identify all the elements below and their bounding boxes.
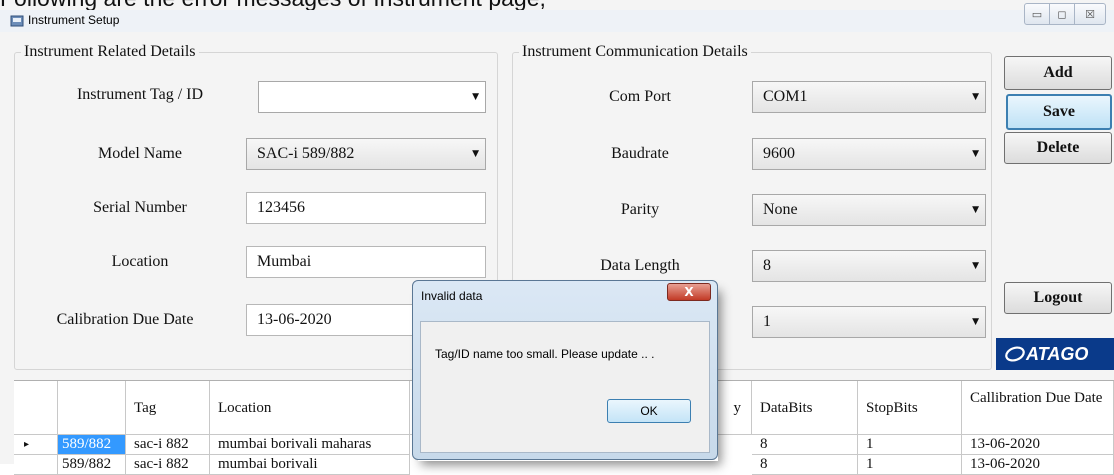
parity-combobox[interactable]: None ▼ <box>752 194 986 226</box>
baudrate-label: Baudrate <box>611 145 669 162</box>
atago-logo-mark-icon <box>1005 346 1025 362</box>
grid-header-due-date[interactable]: Callibration Due Date <box>962 381 1114 435</box>
table-cell-model[interactable]: 589/882 <box>58 435 126 455</box>
chevron-down-icon: ▼ <box>972 317 979 327</box>
chevron-down-icon: ▼ <box>972 205 979 215</box>
window-controls: ▭ ◻ ☒ <box>1024 3 1106 25</box>
location-label: Location <box>111 253 169 270</box>
minimize-icon[interactable]: ▭ <box>1024 3 1050 25</box>
tag-combobox[interactable]: ▼ <box>258 81 486 113</box>
comport-value: COM1 <box>763 88 808 105</box>
baudrate-combobox[interactable]: 9600 ▼ <box>752 138 986 170</box>
model-combobox[interactable]: SAC-i 589/882 ▼ <box>246 138 486 170</box>
app-icon <box>10 15 24 27</box>
logo-text: ATAGO <box>1026 343 1089 364</box>
table-cell-due-date[interactable]: 13-06-2020 <box>962 455 1114 475</box>
location-input[interactable]: Mumbai <box>246 246 486 278</box>
parity-value: None <box>763 201 798 218</box>
grid-header-tag[interactable]: Tag <box>126 381 210 435</box>
table-cell-location[interactable]: mumbai borivali <box>210 455 410 475</box>
table-cell-due-date[interactable]: 13-06-2020 <box>962 435 1114 455</box>
save-button[interactable]: Save <box>1006 94 1112 130</box>
table-cell-tag[interactable]: sac-i 882 <box>126 455 210 475</box>
logout-button[interactable]: Logout <box>1004 282 1112 314</box>
chevron-down-icon: ▼ <box>972 261 979 271</box>
serial-number-input[interactable]: 123456 <box>246 192 486 224</box>
instrument-setup-window: Following are the error messages of Inst… <box>0 0 1114 475</box>
row-marker[interactable] <box>14 455 58 475</box>
ok-button[interactable]: OK <box>607 399 691 423</box>
table-cell-model[interactable]: 589/882 <box>58 455 126 475</box>
table-cell-stopbits[interactable]: 1 <box>858 455 962 475</box>
invalid-data-dialog: Invalid data X Tag/ID name too small. Pl… <box>412 280 718 460</box>
chevron-down-icon: ▼ <box>972 149 979 159</box>
table-cell-databits[interactable]: 8 <box>752 435 858 455</box>
grid-header-location[interactable]: Location <box>210 381 410 435</box>
due-date-header-text: Callibration Due Date <box>970 390 1103 406</box>
dialog-title: Invalid data <box>421 289 483 303</box>
comport-combobox[interactable]: COM1 ▼ <box>752 81 986 113</box>
tag-label: Instrument Tag / ID <box>76 86 204 103</box>
table-cell-location[interactable]: mumbai borivali maharas <box>210 435 410 455</box>
table-cell-databits[interactable]: 8 <box>752 455 858 475</box>
add-button[interactable]: Add <box>1004 56 1112 90</box>
parity-label: Parity <box>620 201 660 218</box>
comport-label: Com Port <box>609 88 671 105</box>
chevron-down-icon: ▼ <box>972 92 979 102</box>
table-cell-tag[interactable]: sac-i 882 <box>126 435 210 455</box>
atago-logo: ATAGO <box>996 338 1114 370</box>
maximize-icon[interactable]: ◻ <box>1049 3 1075 25</box>
data-length-value: 8 <box>763 257 771 274</box>
communication-details-title: Instrument Communication Details <box>519 43 751 61</box>
grid-header-stopbits[interactable]: StopBits <box>858 381 962 435</box>
data-length-combobox[interactable]: 8 ▼ <box>752 250 986 282</box>
dialog-message: Tag/ID name too small. Please update .. … <box>435 347 655 361</box>
chevron-down-icon: ▼ <box>472 92 479 102</box>
serial-label: Serial Number <box>93 199 187 216</box>
grid-header-rowhead <box>14 381 58 435</box>
chevron-down-icon: ▼ <box>472 149 479 159</box>
dialog-close-icon[interactable]: X <box>667 283 711 301</box>
dialog-body: Tag/ID name too small. Please update .. … <box>420 321 710 453</box>
table-cell-stopbits[interactable]: 1 <box>858 435 962 455</box>
grid-header-model[interactable] <box>58 381 126 435</box>
window-title: Instrument Setup <box>28 13 120 27</box>
baudrate-value: 9600 <box>763 145 795 162</box>
data-length-label: Data Length <box>600 257 680 274</box>
stop-bits-value: 1 <box>763 313 771 330</box>
calibration-date-label: Calibration Due Date <box>56 311 194 328</box>
delete-button[interactable]: Delete <box>1004 132 1112 164</box>
model-label: Model Name <box>98 145 182 162</box>
page-caption: Following are the error messages of Inst… <box>0 0 1114 10</box>
title-bar <box>0 10 1114 32</box>
row-marker[interactable]: ▸ <box>14 435 58 455</box>
stop-bits-combobox[interactable]: 1 ▼ <box>752 306 986 338</box>
grid-header-databits[interactable]: DataBits <box>752 381 858 435</box>
related-details-title: Instrument Related Details <box>21 43 199 61</box>
model-value: SAC-i 589/882 <box>257 145 355 162</box>
close-icon[interactable]: ☒ <box>1074 3 1106 25</box>
